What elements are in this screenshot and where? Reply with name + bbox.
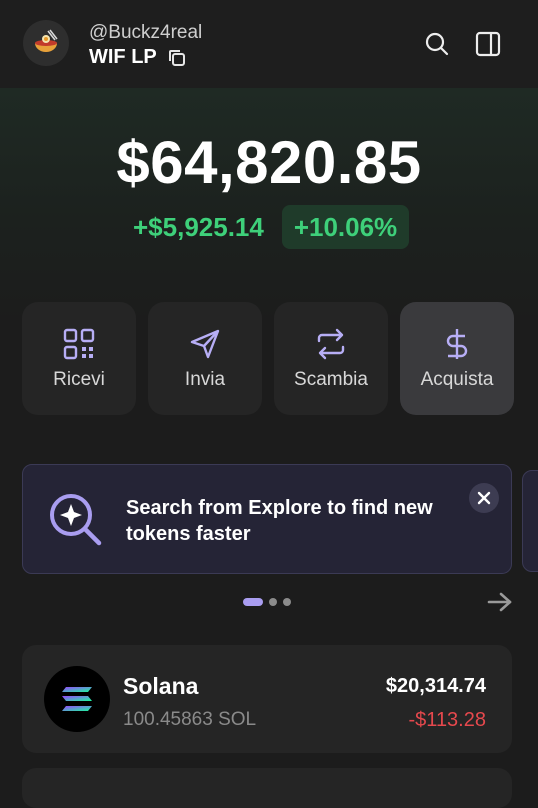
balance-change-percent: +10.06%: [282, 205, 409, 249]
token-name: Solana: [123, 673, 199, 699]
total-balance: $64,820.85: [116, 129, 422, 196]
buy-button[interactable]: Acquista: [400, 302, 514, 415]
search-icon[interactable]: [423, 30, 451, 58]
search-sparkle-icon: [50, 494, 102, 546]
pagination-dot-active[interactable]: [243, 598, 263, 606]
banner-close-button[interactable]: [469, 483, 499, 513]
close-icon: [477, 491, 491, 505]
solana-logo-icon: [44, 666, 110, 732]
token-change: -$113.28: [408, 709, 486, 731]
receive-label: Ricevi: [53, 368, 105, 390]
balance-background: [0, 88, 538, 328]
action-buttons: Ricevi Invia Scambia Acquista: [22, 302, 514, 415]
pagination-dot[interactable]: [283, 598, 291, 606]
token-row[interactable]: Solana 100.45863 SOL $20,314.74 -$113.28: [22, 645, 512, 753]
token-amount: 100.45863 SOL: [123, 709, 257, 730]
banner-text: Search from Explore to find new tokens f…: [126, 497, 433, 545]
qr-code-icon: [63, 328, 95, 359]
explore-promo-banner[interactable]: Search from Explore to find new tokens f…: [22, 464, 512, 574]
send-button[interactable]: Invia: [148, 302, 262, 415]
token-value: $20,314.74: [385, 675, 486, 697]
dollar-icon: [446, 328, 468, 359]
send-label: Invia: [184, 368, 226, 390]
copy-icon[interactable]: [167, 48, 187, 68]
sidebar-panel-icon[interactable]: [474, 30, 502, 58]
token-row[interactable]: [22, 768, 512, 808]
buy-label: Acquista: [420, 368, 494, 390]
account-handle: @Buckz4real: [89, 22, 203, 43]
swap-button[interactable]: Scambia: [274, 302, 388, 415]
next-banner-peek[interactable]: [522, 470, 538, 572]
account-name: WIF LP: [89, 46, 157, 68]
arrow-right-icon[interactable]: [486, 590, 514, 614]
receive-button[interactable]: Ricevi: [22, 302, 136, 415]
send-icon: [190, 329, 220, 358]
carousel-pagination: [243, 598, 291, 606]
ramen-bowl-icon: [35, 29, 58, 52]
avatar[interactable]: [23, 20, 69, 66]
swap-icon: [317, 328, 345, 359]
header-bar: [0, 0, 538, 88]
account-name-row[interactable]: WIF LP: [89, 46, 187, 69]
swap-label: Scambia: [294, 368, 368, 390]
balance-change: +$5,925.14: [133, 212, 264, 242]
pagination-dot[interactable]: [269, 598, 277, 606]
